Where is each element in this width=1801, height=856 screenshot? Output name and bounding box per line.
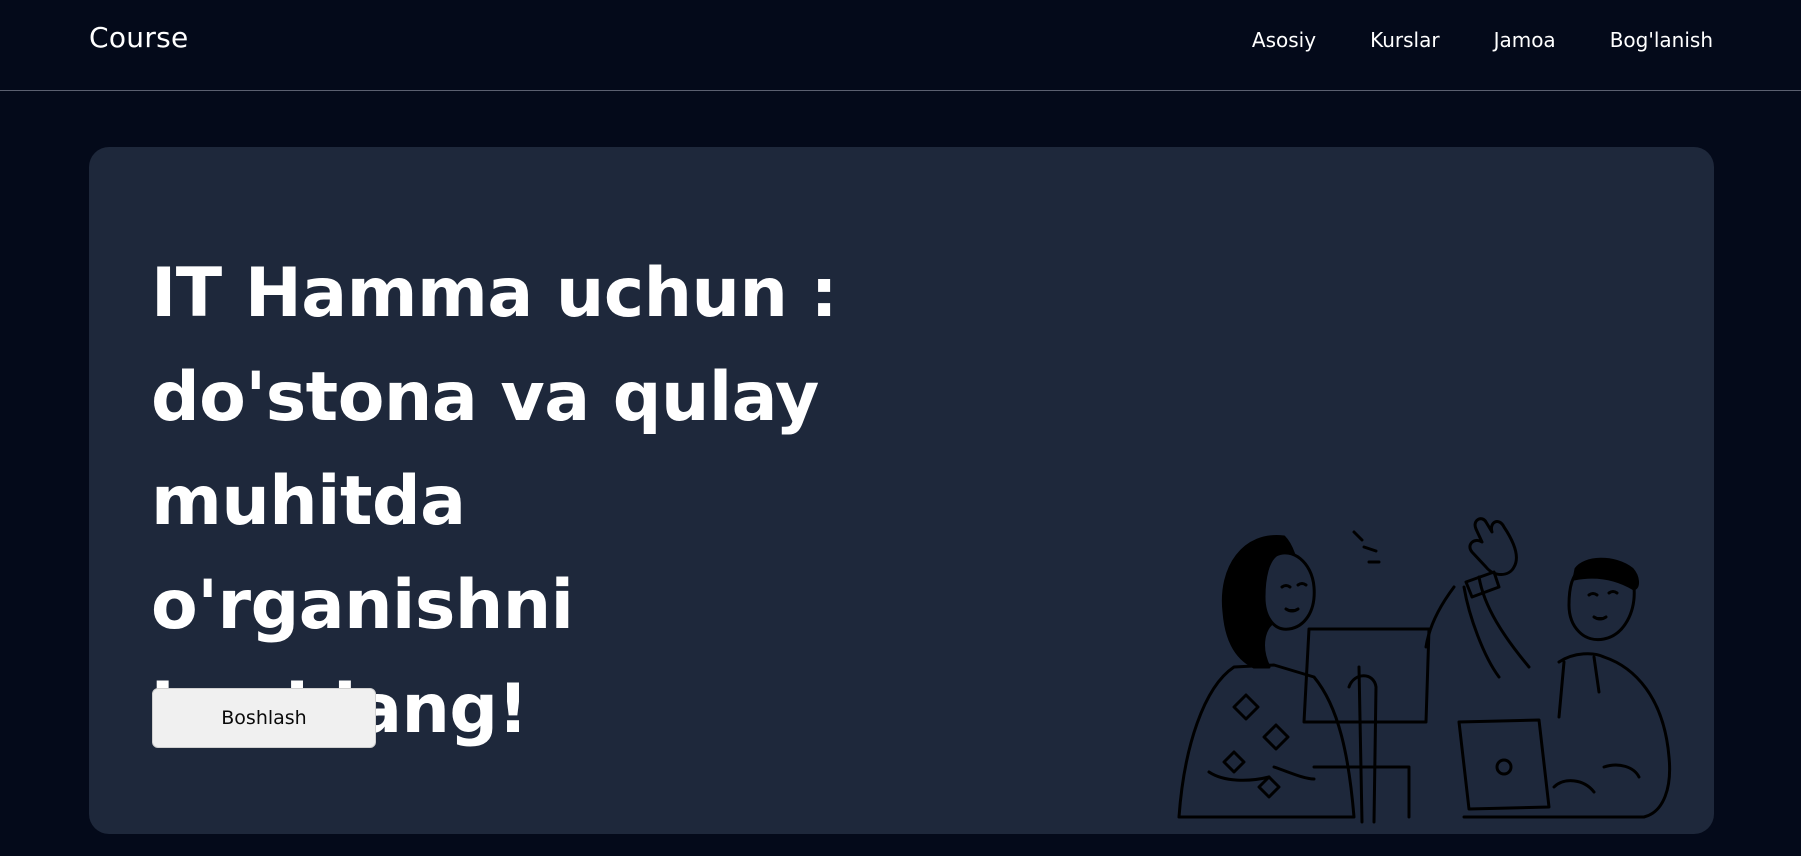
main-nav: Asosiy Kurslar Jamoa Bog'lanish [1252,28,1713,52]
headline-line-3: muhitda o'rganishni [151,462,574,645]
desktop-monitor [1302,530,1431,824]
hero-headline: IT Hamma uchun : do'stona va qulay muhit… [151,242,911,762]
site-logo[interactable]: Course [89,21,189,54]
hero-card: IT Hamma uchun : do'stona va qulay muhit… [89,147,1714,834]
headline-line-2: do'stona va qulay [151,358,819,437]
nav-link-asosiy[interactable]: Asosiy [1252,28,1316,52]
nav-link-boglanish[interactable]: Bog'lanish [1610,28,1713,52]
site-header: Course Asosiy Kurslar Jamoa Bog'lanish [0,0,1801,91]
nav-link-kurslar[interactable]: Kurslar [1370,28,1439,52]
start-button[interactable]: Boshlash [152,688,376,748]
laptop [1457,718,1641,819]
headline-line-1: IT Hamma uchun : [151,254,838,333]
woman-figure [1177,535,1356,819]
nav-link-jamoa[interactable]: Jamoa [1494,28,1556,52]
people-at-computers-illustration [1177,517,1672,824]
man-figure [1424,517,1672,819]
